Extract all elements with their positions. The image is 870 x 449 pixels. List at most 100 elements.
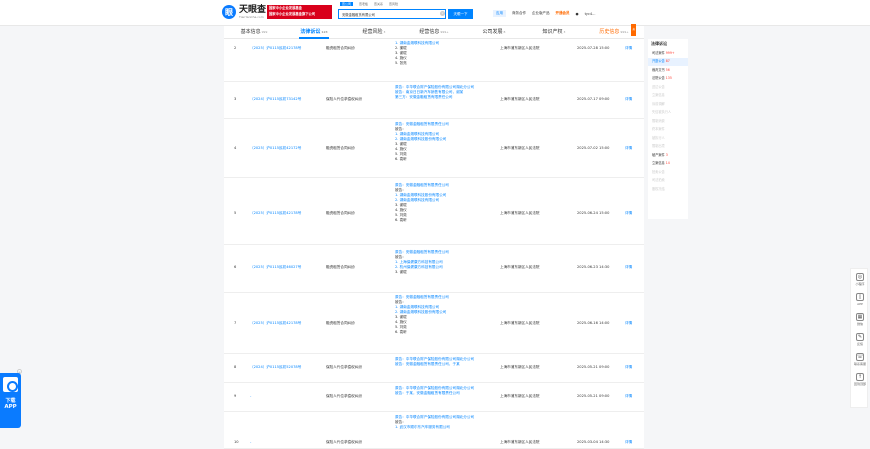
app-menu-button[interactable]: 应用 (493, 10, 506, 17)
table-row: 5 （2025）沪0115民初42178号 融资租赁合同纠纷 原告：安徽金融租赁… (224, 178, 644, 245)
miniprogram-button[interactable]: ◎ 小程序 (851, 269, 869, 289)
filter-item-mediation: 诉前调解 (652, 101, 665, 106)
tab-development[interactable]: 公司发展8 (464, 26, 524, 38)
case-cause: 保险人代位求偿权纠纷 (326, 394, 362, 398)
case-cause: 融资租赁合同纠纷 (326, 211, 355, 215)
search-tab-relation[interactable]: 查关系 (374, 2, 383, 6)
filter-item-delivery: 送达公告 (652, 84, 665, 89)
filter-item-dishonest: 失信被执行人 (652, 110, 672, 114)
detail-link[interactable]: 详情 (625, 97, 632, 102)
detail-link[interactable]: 详情 (625, 146, 632, 151)
hearing-date: 2025-03-04 14:30 (577, 440, 610, 444)
nav-user[interactable]: tyc4... (585, 12, 596, 16)
feedback-icon: ✎ (856, 332, 864, 341)
detail-link[interactable]: 详情 (625, 440, 632, 445)
court-name: 上海市浦东新区人民法院 (500, 321, 540, 325)
case-number-link[interactable]: - (250, 440, 251, 445)
filter-item-filing-info[interactable]: 立案信息 14 (648, 160, 688, 169)
search-tab-company[interactable]: 查公司 (340, 2, 354, 6)
tab-operating-info[interactable]: 经营信息999+ (404, 26, 464, 38)
site-logo[interactable]: 眼 天眼查 TianYanCha.com (222, 5, 266, 19)
feedback-button[interactable]: ✎ 反馈 (851, 329, 869, 349)
court-name: 上海市浦东新区人民法院 (500, 211, 540, 215)
table-row: 8 （2024）沪0115民初52078号 保险人代位求偿权纠纷 原告：中华联合… (224, 354, 644, 383)
case-cause: 保险人代位求偿权纠纷 (326, 365, 362, 369)
filter-item-judicial-auction: 司法拍卖 (652, 178, 665, 182)
row-number: 9 (234, 394, 237, 398)
tab-legal[interactable]: 法律诉讼123 (284, 26, 344, 39)
search-tab-boss[interactable]: 查老板 (359, 2, 368, 6)
logo-icon: 眼 (222, 5, 236, 19)
ad-banner[interactable]: 国家中小企业发展基金 国家中小企业发展基金旗下公司 (267, 5, 332, 19)
back-to-top-button[interactable]: ↑ 回到顶部 (851, 369, 869, 389)
search-button[interactable]: 天眼一下 (448, 9, 473, 19)
detail-link[interactable]: 详情 (625, 46, 632, 51)
row-number: 4 (234, 146, 237, 150)
filter-item-filing: 立案信息 (652, 93, 665, 97)
detail-link[interactable]: 详情 (625, 211, 632, 216)
court-hearing-table: 2 （2025）沪0115民初42178号 融资租赁合同纠纷 1. 湖南金湘联科… (224, 39, 644, 449)
app-logo-icon (3, 377, 18, 392)
tab-ip[interactable]: 知识产权3 (524, 26, 584, 38)
app-button[interactable]: ▯ APP (851, 289, 869, 309)
nav-vip[interactable]: 开通会员 (556, 11, 570, 16)
filter-item-exit-ban: 限制出境 (652, 144, 665, 148)
table-row: 10 - 保险人代位求偿权纠纷 原告：中华联合财产保险股份有限公司湖北分公司 被… (224, 412, 644, 449)
tab-basic-info[interactable]: 基本信息999 (224, 26, 284, 38)
tab-operating-risk[interactable]: 经营风险3 (344, 26, 404, 38)
court-name: 上海市浦东新区人民法院 (500, 365, 540, 369)
case-parties: 原告：安徽金融租赁有限责任公司 被告： 1. 湖南金湘联科技股份有限公司 2. … (395, 183, 449, 222)
case-number-link[interactable]: （2025）沪0115民初42178号 (250, 211, 301, 216)
case-parties: 原告：中华联合财产保险股份有限公司湖北分公司 被告：南京日日新汽车销售有限公司，… (395, 85, 475, 99)
ad-banner-line2: 国家中小企业发展基金旗下公司 (269, 11, 316, 16)
arrow-up-icon: ↑ (856, 372, 864, 381)
clear-icon[interactable]: × (440, 11, 445, 16)
table-row: 7 （2025）沪0115民初42178号 融资租赁合同纠纷 原告：安徽金融租赁… (224, 293, 644, 354)
search-tab-risk[interactable]: 查风险 (389, 2, 398, 6)
case-parties: 原告：安徽金融租赁有限责任公司 被告： 1. 上海保健康方科技有限公司 2. 杭… (395, 250, 449, 274)
case-number-link[interactable]: - (250, 394, 251, 399)
filter-item-auction-notice: 拍卖公告 (652, 169, 665, 174)
top-header: 眼 天眼查 TianYanCha.com 国家中小企业发展基金 国家中小企业发展… (0, 0, 870, 26)
user-avatar[interactable]: ● (576, 12, 579, 16)
filter-item-court-notice[interactable]: 法院公告 135 (648, 75, 688, 84)
nav-enterprise[interactable]: 企业版产品 (532, 11, 550, 16)
search-type-tabs: 查公司 查老板 查关系 查风险 (340, 2, 398, 6)
case-parties: 原告：安徽金融租赁有限责任公司 被告： 1. 湖南金湘联科技有限公司 2. 湖南… (395, 295, 449, 334)
case-cause: 保险人代位求偿权纠纷 (326, 440, 362, 444)
filter-item-restriction: 限制消费 (652, 118, 665, 123)
table-row: 6 （2025）沪0115民初46027号 融资租赁合同纠纷 原告：安徽金融租赁… (224, 245, 644, 293)
wechat-button[interactable]: ▦ 微信 (851, 309, 869, 329)
court-name: 上海市浦东新区人民法院 (500, 440, 540, 444)
detail-link[interactable]: 详情 (625, 394, 632, 399)
case-number-link[interactable]: （2025）沪0115民初42178号 (250, 321, 301, 326)
court-name: 上海市浦东新区人民法院 (500, 394, 540, 398)
app-download-banner[interactable]: 下载 APP (0, 373, 21, 428)
detail-link[interactable]: 详情 (625, 321, 632, 326)
filter-item-hearing[interactable]: 开庭公告 87 (648, 57, 688, 66)
detail-link[interactable]: 详情 (625, 365, 632, 370)
case-number-link[interactable]: （2025）沪0115民初42172号 (250, 146, 301, 151)
detail-link[interactable]: 详情 (625, 265, 632, 270)
case-number-link[interactable]: （2024）沪0115民初73142号 (250, 97, 301, 102)
case-parties: 原告：中华联合财产保险股份有限公司湖北分公司 被告：于某，安徽金融租赁有限责任公… (395, 386, 475, 395)
case-number-link[interactable]: （2024）沪0115民初52078号 (250, 365, 301, 370)
tab-history[interactable]: 历史信息999+ 热 (584, 24, 644, 38)
customer-service-button[interactable]: ☏ 联系客服 (851, 349, 869, 369)
filter-sidebar: 法律诉讼 司法案件 999+ 开庭公告 87 裁判文书 56 法院公告 135 … (648, 39, 688, 219)
row-number: 7 (234, 321, 237, 325)
filter-item-bankruptcy[interactable]: 破产案件 3 (648, 151, 688, 160)
search-input[interactable]: 安徽金融租赁有限公司 (338, 9, 446, 19)
filter-item-cases[interactable]: 司法案件 999+ (648, 49, 688, 58)
headset-icon: ☏ (856, 352, 864, 361)
logo-domain: TianYanCha.com (239, 15, 264, 19)
filter-item-judgment[interactable]: 裁判文书 56 (648, 66, 688, 75)
case-number-link[interactable]: （2025）沪0115民初46027号 (250, 265, 301, 270)
miniprogram-icon: ◎ (856, 272, 864, 281)
case-number-link[interactable]: （2025）沪0115民初42178号 (250, 46, 301, 51)
hearing-date: 2025-07-02 15:00 (577, 146, 610, 150)
case-parties: 1. 湖南金湘联科技有限公司 2. 謝琨 3. 谢琨 4. 施仪 5. 张亮 (395, 41, 440, 65)
nav-business[interactable]: 商务合作 (512, 11, 526, 16)
court-name: 上海市浦东新区人民法院 (500, 146, 540, 150)
hearing-date: 2025-06-23 14:30 (577, 265, 610, 269)
